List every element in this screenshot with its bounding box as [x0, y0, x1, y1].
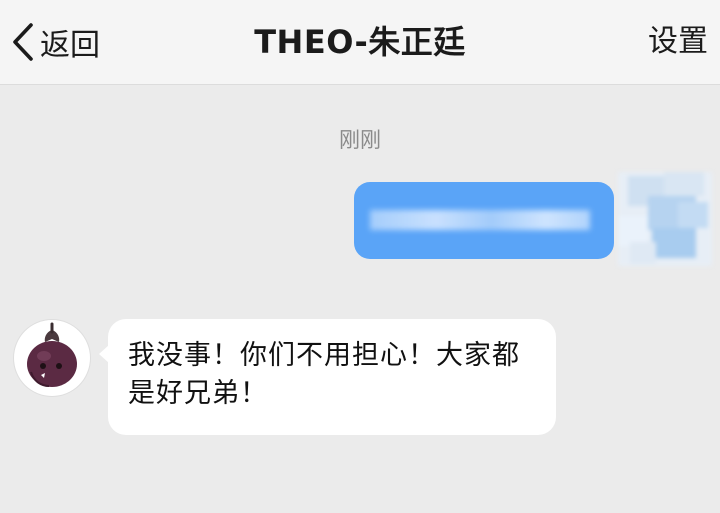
settings-button[interactable]: 设置	[648, 20, 708, 64]
chat-title: THEO-朱正廷	[254, 23, 466, 61]
friend-avatar[interactable]	[14, 320, 90, 396]
redacted-text	[370, 210, 590, 230]
received-message-text: 我没事！你们不用担心！大家都是好兄弟！	[128, 340, 520, 409]
sent-message-bubble[interactable]	[354, 182, 614, 259]
self-avatar[interactable]	[618, 172, 712, 266]
mangosteen-icon	[27, 322, 77, 387]
received-message-bubble[interactable]: 我没事！你们不用担心！大家都是好兄弟！	[99, 319, 556, 435]
navigation-bar: 返回 THEO-朱正廷 设置	[0, 0, 720, 85]
message-timestamp: 刚刚	[339, 128, 381, 152]
